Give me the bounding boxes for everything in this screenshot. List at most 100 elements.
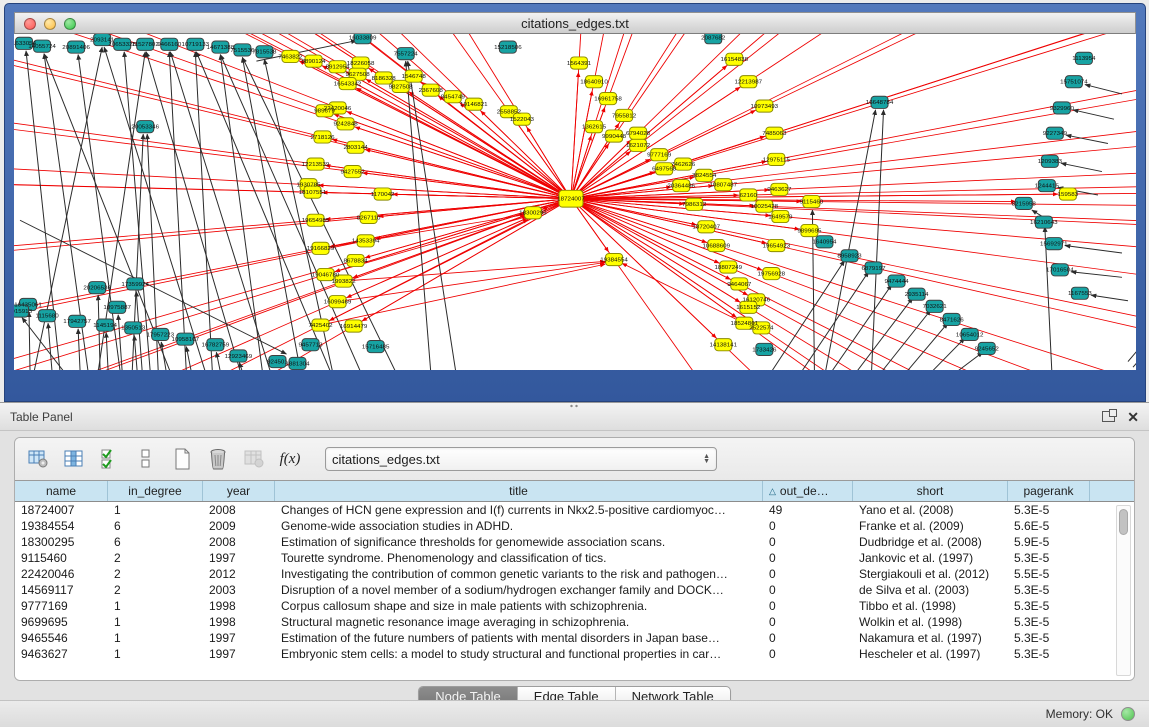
- column-header-pagerank[interactable]: pagerank: [1008, 481, 1090, 501]
- network-node-label: 10654012: [956, 332, 984, 338]
- table-cell: Tourette syndrome. Phenomenology and cla…: [275, 551, 763, 565]
- close-window-icon[interactable]: [24, 18, 36, 30]
- network-frame-titlebar[interactable]: citations_edges.txt: [14, 12, 1136, 34]
- network-node-label: 9463627: [767, 187, 792, 193]
- column-header-year[interactable]: year: [203, 481, 275, 501]
- table-vertical-scrollbar[interactable]: [1116, 505, 1131, 676]
- table-cell: 5.6E-5: [1008, 519, 1090, 533]
- new-column-button[interactable]: [167, 444, 197, 474]
- network-node-label: 1993822: [332, 279, 357, 285]
- table-row[interactable]: 969969511998Structural magnetic resonanc…: [15, 614, 1108, 630]
- table-row[interactable]: 946554611997Estimation of the future num…: [15, 630, 1108, 646]
- table-selector-dropdown[interactable]: citations_edges.txt ▲▼: [325, 447, 717, 471]
- select-all-button[interactable]: [95, 444, 125, 474]
- table-row[interactable]: 1938455462009Genome-wide association stu…: [15, 518, 1108, 534]
- table-cell: 18724007: [15, 503, 108, 517]
- network-node-label: 9427552: [341, 170, 366, 176]
- network-node-label: 2935114: [905, 292, 929, 298]
- minimize-window-icon[interactable]: [44, 18, 56, 30]
- network-node-label: 9227349: [1043, 131, 1068, 137]
- table-cell: 2008: [203, 503, 275, 517]
- table-cell: 1997: [203, 551, 275, 565]
- network-node-label: 8678834: [344, 259, 369, 265]
- table-row[interactable]: 946362711997Embryonic stem cells: a mode…: [15, 646, 1108, 662]
- table-header-row: namein_degreeyeartitle△out_de… short pager…: [15, 481, 1134, 502]
- network-node-label: 7955812: [612, 113, 637, 119]
- network-node-label: 1209383: [1038, 159, 1063, 165]
- network-node-label: 8958923: [837, 254, 862, 260]
- split-pane-grip[interactable]: [569, 404, 579, 408]
- table-cell: Corpus callosum shape and size in male p…: [275, 599, 763, 613]
- network-node-label: 8215958: [1012, 201, 1037, 207]
- network-node-label: 18640910: [580, 80, 608, 86]
- network-node-label: 2803144: [344, 145, 369, 151]
- table-cell: 9115460: [15, 551, 108, 565]
- table-cell: 9699695: [15, 615, 108, 629]
- column-header-label: short: [917, 484, 944, 498]
- network-node-label: 16154838: [720, 57, 748, 63]
- column-header-short[interactable]: short: [853, 481, 1008, 501]
- show-columns-button[interactable]: [59, 444, 89, 474]
- table-row[interactable]: 1872400712008Changes of HCN gene express…: [15, 502, 1108, 518]
- network-node-label: 17359924: [121, 282, 149, 288]
- table-cell: 22420046: [15, 567, 108, 581]
- network-node-label: 10958107: [172, 337, 200, 343]
- network-node-label: 9242848: [334, 122, 359, 128]
- column-header-title[interactable]: title: [275, 481, 763, 501]
- table-cell: Nakamura et al. (1997): [853, 631, 1008, 645]
- table-panel-body: f(x) citations_edges.txt ▲▼ namein_degre…: [14, 437, 1135, 681]
- network-node-label: 20053346: [131, 125, 159, 131]
- network-node-label: 18724007: [557, 197, 585, 203]
- table-cell: 5.3E-5: [1008, 615, 1090, 629]
- network-node-label: 16782759: [202, 343, 230, 349]
- network-node-label: 12923469: [225, 354, 253, 360]
- table-cell: Genome-wide association studies in ADHD.: [275, 519, 763, 533]
- column-header-in_degree[interactable]: in_degree: [108, 481, 203, 501]
- dropdown-spinner-icon: ▲▼: [697, 454, 710, 464]
- table-cell: 2: [108, 551, 203, 565]
- delete-column-button[interactable]: [203, 444, 233, 474]
- table-row[interactable]: 1456911722003Disruption of a novel membe…: [15, 582, 1108, 598]
- network-node-label: 16033809: [349, 36, 377, 42]
- network-node-label: 9466160: [157, 42, 182, 48]
- table-cell: 9777169: [15, 599, 108, 613]
- network-node-label: 16099469: [324, 300, 352, 306]
- table-row[interactable]: 911546021997Tourette syndrome. Phenomeno…: [15, 550, 1108, 566]
- sort-ascending-icon: △: [769, 486, 776, 497]
- network-node-label: 19654985: [302, 218, 330, 224]
- network-canvas[interactable]: 1633054140557242089140620931411065332811…: [14, 34, 1136, 370]
- float-panel-icon[interactable]: [1102, 411, 1115, 422]
- network-node-label: 9457713: [298, 343, 323, 349]
- new-column-icon: [172, 447, 192, 471]
- scrollbar-thumb[interactable]: [1119, 509, 1128, 535]
- network-node-label: 19384554: [600, 258, 628, 264]
- table-panel: Table Panel ✕: [0, 402, 1149, 727]
- table-row[interactable]: 2242004622012Investigating the contribut…: [15, 566, 1108, 582]
- table-row[interactable]: 1830029562008Estimation of significance …: [15, 534, 1108, 550]
- network-frame[interactable]: citations_edges.txt: [4, 3, 1146, 402]
- table-mode-button[interactable]: [23, 444, 53, 474]
- status-bar: Memory: OK: [0, 700, 1149, 727]
- network-svg: 1633054140557242089140620931411065332811…: [14, 34, 1136, 370]
- column-header-out_de[interactable]: △out_de…: [763, 481, 853, 501]
- network-node-label: 2522574: [749, 326, 774, 332]
- table-cell: 1: [108, 631, 203, 645]
- function-builder-button[interactable]: f(x): [275, 444, 305, 474]
- table-cell: Dudbridge et al. (2008): [853, 535, 1008, 549]
- network-node-label: 9329960: [1050, 106, 1075, 112]
- column-header-label: pagerank: [1023, 484, 1073, 498]
- column-header-name[interactable]: name: [15, 481, 108, 501]
- network-window-title: citations_edges.txt: [521, 16, 629, 31]
- delete-table-button[interactable]: [239, 444, 269, 474]
- table-cell: 6: [108, 519, 203, 533]
- close-panel-icon[interactable]: ✕: [1127, 410, 1139, 424]
- table-cell: 0: [763, 631, 853, 645]
- table-row[interactable]: 977716911998Corpus callosum shape and si…: [15, 598, 1108, 614]
- table-cell: Stergiakouli et al. (2012): [853, 567, 1008, 581]
- network-node-label: 1362615: [582, 125, 607, 131]
- unselect-all-button[interactable]: [131, 444, 161, 474]
- application-window: citations_edges.txt: [0, 0, 1149, 727]
- table-cell: 1997: [203, 647, 275, 661]
- zoom-window-icon[interactable]: [64, 18, 76, 30]
- show-columns-icon: [63, 448, 85, 470]
